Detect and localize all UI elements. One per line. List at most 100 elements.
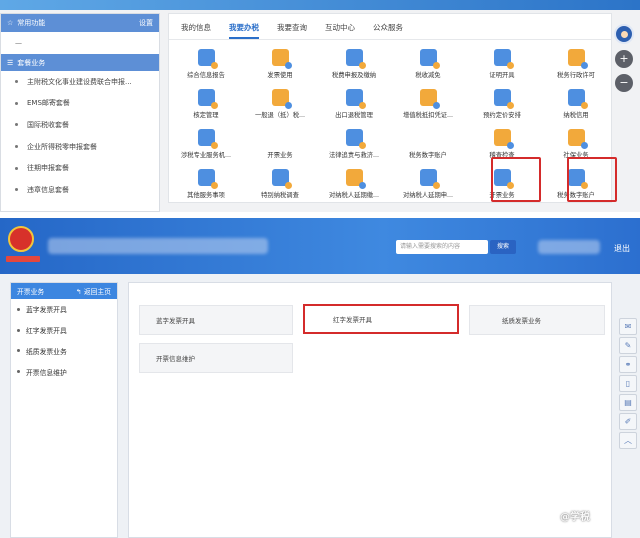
back-home-button[interactable]: ↰ 返回主页: [76, 286, 111, 296]
star-icon: ☆: [7, 19, 14, 27]
service-row: 综合信息报告 发票使用 税费申报及缴纳 税收减免 证明开具 税务行政许可: [169, 46, 613, 86]
service-item-核定管理[interactable]: 核定管理: [169, 86, 243, 126]
logout-link[interactable]: 退出: [614, 243, 630, 254]
service-item-发票使用[interactable]: 发票使用: [243, 46, 317, 86]
credit-icon: [567, 89, 588, 109]
package-item[interactable]: 国际税收套餐: [1, 114, 159, 136]
top-blue-bar: [0, 0, 640, 10]
zoom-in-button[interactable]: +: [615, 50, 633, 68]
heart-icon: [197, 169, 218, 189]
service-row: 核定管理 一般退（抵）税... 出口退税管理 增值税抵扣凭证... 预约定价安排 纳税信用: [169, 86, 613, 126]
service-item-税收减免[interactable]: 税收减免: [391, 46, 465, 86]
package-item-label: 往期申报套餐: [27, 164, 69, 173]
service-row: 涉税专业服务机... 开票业务 法律追责与救济... 税务数字账户 稽查检查 社保业务: [169, 126, 613, 166]
tab-1[interactable]: 我要办税: [229, 22, 259, 39]
assistant-avatar[interactable]: [614, 24, 634, 44]
service-item-税务行政许可[interactable]: 税务行政许可: [539, 46, 613, 86]
logo-text-mark: [6, 256, 40, 262]
document-icon[interactable]: ▤: [619, 394, 637, 411]
function-paper-invoice[interactable]: 纸质发票业务: [469, 305, 605, 335]
investigate-icon: [271, 169, 292, 189]
bullet-icon: [15, 166, 18, 170]
license-icon: [567, 49, 588, 69]
service-item-label: 一般退（抵）税...: [254, 112, 306, 119]
sidebar-item[interactable]: 蓝字发票开具: [11, 299, 117, 320]
bullet-icon: [17, 370, 20, 374]
tab-4[interactable]: 公众服务: [373, 22, 403, 39]
service-item-开票业务-a[interactable]: 开票业务: [243, 126, 317, 166]
service-item-税费申报及缴纳[interactable]: 税费申报及缴纳: [317, 46, 391, 86]
mobile-icon[interactable]: ▯: [619, 375, 637, 392]
service-item-税务数字账户-a[interactable]: 税务数字账户: [391, 126, 465, 166]
tab-2[interactable]: 我要查询: [277, 22, 307, 39]
sidebar-item[interactable]: 开票信息维护: [11, 361, 117, 382]
service-item-其他服务事项[interactable]: 其他服务事项: [169, 166, 243, 206]
refund-icon: [271, 89, 292, 109]
service-item-label: 对纳税人延期缴...: [328, 192, 380, 199]
function-invoice-info[interactable]: 开票信息维护: [139, 343, 293, 373]
service-item-对纳税人延期申[interactable]: 对纳税人延期申...: [391, 166, 465, 206]
service-item-label: 核定管理: [193, 112, 219, 119]
service-item-出口退税管理[interactable]: 出口退税管理: [317, 86, 391, 126]
package-item[interactable]: EMS邮寄套餐: [1, 93, 159, 115]
zoom-out-button[interactable]: −: [615, 74, 633, 92]
service-item-证明开具[interactable]: 证明开具: [465, 46, 539, 86]
function-blue-invoice[interactable]: 蓝字发票开具: [139, 305, 293, 335]
service-item-纳税信用[interactable]: 纳税信用: [539, 86, 613, 126]
service-item-增值税抵扣凭证[interactable]: 增值税抵扣凭证...: [391, 86, 465, 126]
package-business-header[interactable]: ☰ 套餐业务: [1, 54, 159, 71]
link-icon[interactable]: ⚭: [619, 356, 637, 373]
tax-declare-icon: [345, 49, 366, 69]
package-item-label: EMS邮寄套餐: [27, 99, 70, 108]
blurred-user-info: [538, 240, 600, 254]
service-item-label: 税务数字账户: [409, 152, 447, 159]
common-functions-label: 常用功能: [17, 19, 46, 27]
bullet-icon: [17, 328, 20, 332]
service-item-法律追责与救济[interactable]: 法律追责与救济...: [317, 126, 391, 166]
package-item[interactable]: 违章信息套餐: [1, 179, 159, 201]
back-home-label: 返回主页: [83, 288, 111, 296]
deferral-icon: [345, 169, 366, 189]
sidebar-item[interactable]: 纸质发票业务: [11, 341, 117, 362]
service-item-label: 税费申报及缴纳: [331, 72, 377, 79]
search-button[interactable]: 搜索: [490, 240, 516, 254]
back-to-top-icon[interactable]: ︿: [619, 432, 637, 449]
chat-icon[interactable]: ✉: [619, 318, 637, 335]
service-item-涉税专业服务机构[interactable]: 涉税专业服务机...: [169, 126, 243, 166]
service-item-label: 对纳税人延期申...: [402, 192, 454, 199]
package-item[interactable]: 主附税文化事业建设费联合申报...: [1, 71, 159, 93]
service-item-预约定价安排[interactable]: 预约定价安排: [465, 86, 539, 126]
edit-icon[interactable]: ✐: [619, 413, 637, 430]
message-icon[interactable]: ✎: [619, 337, 637, 354]
search-input[interactable]: 请输入需要搜索的内容: [396, 240, 488, 254]
function-red-invoice[interactable]: 红字发票开具: [303, 304, 459, 334]
package-item[interactable]: 企业所得税零申报套餐: [1, 136, 159, 158]
service-item-label: 法律追责与救济...: [328, 152, 380, 159]
tab-3[interactable]: 互动中心: [325, 22, 355, 39]
invoicing-function-area: 蓝字发票开具 红字发票开具 纸质发票业务 开票信息维护: [128, 282, 612, 538]
tax-reduction-icon: [419, 49, 440, 69]
package-item[interactable]: 往期申报套餐: [1, 157, 159, 179]
highlight-box-invoicing: [491, 157, 541, 202]
service-item-label: 其他服务事项: [187, 192, 225, 199]
sidebar-item-label: 纸质发票业务: [26, 347, 67, 356]
tab-0[interactable]: 我的信息: [181, 22, 211, 39]
package-item-label: 国际税收套餐: [27, 120, 69, 129]
national-emblem-logo: [8, 226, 34, 252]
bullet-icon: [15, 123, 18, 127]
service-item-综合信息报告[interactable]: 综合信息报告: [169, 46, 243, 86]
certificate-icon: [493, 49, 514, 69]
settings-link[interactable]: 设置: [139, 18, 153, 28]
service-menu-panel: 我的信息 我要办税 我要查询 互动中心 公众服务 综合信息报告 发票使用 税费申报及缴纳 税收…: [168, 13, 617, 206]
invoicing-business-screenshot: 请输入需要搜索的内容 搜索 退出 开票业务 ↰ 返回主页 蓝字发票开具 红字发票开…: [0, 218, 640, 538]
service-item-一般退抵税[interactable]: 一般退（抵）税...: [243, 86, 317, 126]
portal-header: 请输入需要搜索的内容 搜索 退出: [0, 218, 640, 274]
highlight-box-digital-account: [567, 157, 617, 202]
sidebar-item[interactable]: 红字发票开具: [11, 320, 117, 341]
bullet-icon: [17, 307, 20, 311]
service-item-对纳税人延期缴[interactable]: 对纳税人延期缴...: [317, 166, 391, 206]
service-item-label: 税收减免: [415, 72, 441, 79]
bullet-icon: [17, 349, 20, 353]
service-item-label: 出口退税管理: [335, 112, 373, 119]
service-item-特别纳税调查[interactable]: 特别纳税调查: [243, 166, 317, 206]
